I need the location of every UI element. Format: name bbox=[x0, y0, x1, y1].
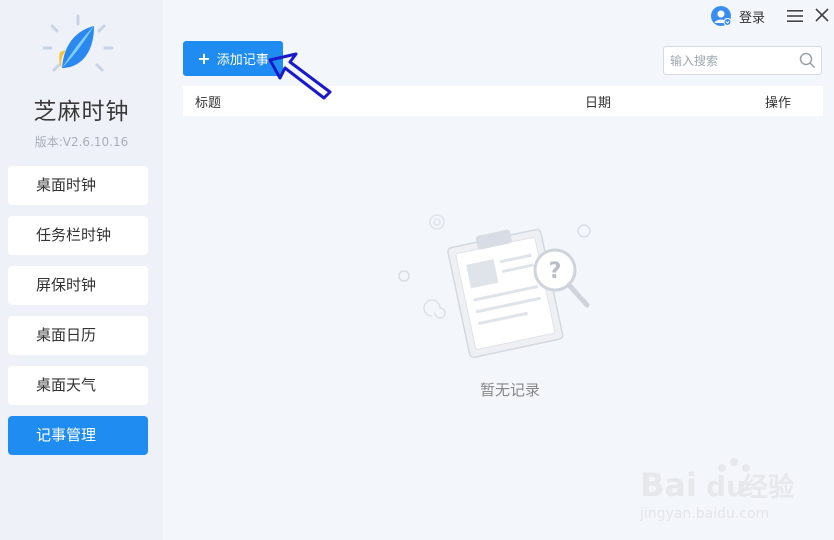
sidebar: 芝麻时钟 版本:V2.6.10.16 桌面时钟 任务栏时钟 屏保时钟 桌面日历 … bbox=[0, 0, 163, 540]
app-logo-icon bbox=[42, 14, 114, 72]
empty-state-text: 暂无记录 bbox=[479, 381, 540, 399]
plus-icon: + bbox=[197, 48, 211, 68]
sidebar-item-desktop-calendar[interactable]: 桌面日历 bbox=[8, 316, 148, 355]
svg-text:jingyan.baidu.com: jingyan.baidu.com bbox=[640, 506, 769, 522]
sidebar-item-screensaver-clock[interactable]: 屏保时钟 bbox=[8, 266, 148, 305]
sidebar-item-notes[interactable]: 记事管理 bbox=[8, 416, 148, 455]
app-version: 版本:V2.6.10.16 bbox=[34, 135, 129, 149]
app-title: 芝麻时钟 bbox=[33, 99, 130, 125]
login-label: 登录 bbox=[739, 10, 766, 26]
login-button[interactable]: 登录 bbox=[711, 6, 765, 26]
search-icon[interactable] bbox=[799, 52, 816, 69]
annotation-arrow-icon bbox=[268, 52, 332, 100]
add-note-label: 添加记事 bbox=[216, 53, 269, 68]
svg-text:?: ? bbox=[549, 259, 562, 284]
user-avatar-icon bbox=[711, 6, 732, 26]
column-actions: 操作 bbox=[765, 96, 792, 111]
empty-clipboard-icon: ? bbox=[398, 214, 591, 359]
search-box bbox=[663, 46, 822, 75]
svg-text:Bai: Bai bbox=[640, 466, 697, 504]
sidebar-item-desktop-weather[interactable]: 桌面天气 bbox=[8, 366, 148, 405]
close-icon[interactable] bbox=[815, 8, 829, 22]
svg-text:经验: 经验 bbox=[742, 472, 794, 503]
baidu-watermark-icon: Bai du 经验 jingyan.baidu.com bbox=[640, 458, 794, 522]
svg-text:du: du bbox=[706, 470, 746, 503]
sidebar-item-taskbar-clock[interactable]: 任务栏时钟 bbox=[8, 216, 148, 255]
column-title: 标题 bbox=[195, 96, 222, 111]
search-input[interactable] bbox=[664, 47, 789, 74]
column-date: 日期 bbox=[585, 96, 612, 111]
sidebar-item-desktop-clock[interactable]: 桌面时钟 bbox=[8, 166, 148, 205]
menu-icon[interactable] bbox=[787, 9, 803, 23]
